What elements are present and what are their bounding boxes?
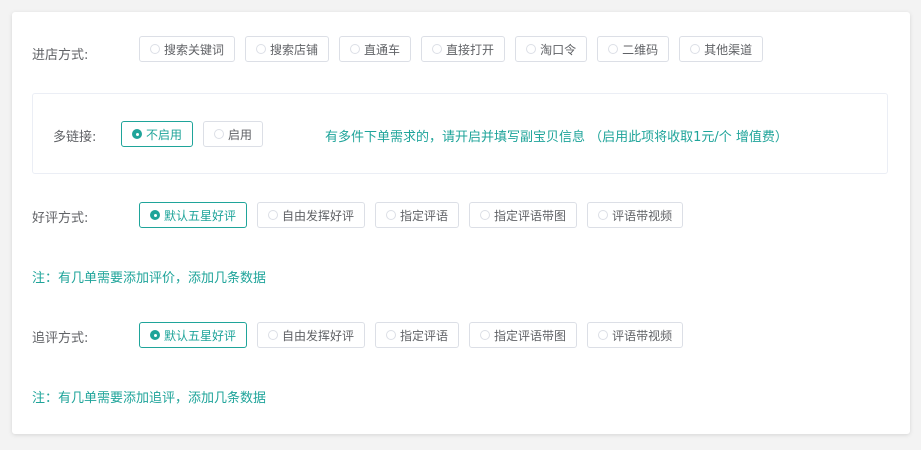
entry-option-qrcode[interactable]: 二维码: [597, 36, 670, 62]
entry-method-label: 进店方式:: [32, 48, 89, 63]
radio-icon: [598, 210, 609, 220]
review-method-label: 好评方式:: [32, 211, 89, 226]
multilink-label: 多链接:: [53, 130, 97, 145]
entry-option-direct[interactable]: 直接打开: [421, 36, 506, 62]
radio-icon: [480, 330, 491, 340]
followup-option-specified-image[interactable]: 指定评语带图: [469, 322, 578, 348]
entry-method-group: 搜索关键词 搜索店铺 直通车 直接打开 淘口令 二维码 其他渠道: [139, 36, 764, 62]
multilink-panel: 多链接: 不启用 启用 有多件下单需求的，请开启并填写副宝贝信息 （启用此项将收…: [32, 93, 888, 174]
followup-option-specified[interactable]: 指定评语: [375, 322, 460, 348]
review-option-default[interactable]: 默认五星好评: [139, 202, 248, 228]
entry-option-taokouling[interactable]: 淘口令: [515, 36, 588, 62]
multilink-option-disable[interactable]: 不启用: [121, 121, 194, 147]
radio-checked-icon: [150, 210, 160, 220]
followup-option-default[interactable]: 默认五星好评: [139, 322, 248, 348]
radio-icon: [480, 210, 491, 220]
multilink-hint: 有多件下单需求的，请开启并填写副宝贝信息 （启用此项将收取1元/个 增值费）: [325, 130, 788, 145]
followup-method-label: 追评方式:: [32, 331, 89, 346]
radio-icon: [214, 129, 225, 139]
radio-icon: [608, 44, 619, 54]
radio-icon: [690, 44, 701, 54]
radio-icon: [350, 44, 361, 54]
radio-icon: [432, 44, 443, 54]
multilink-option-enable[interactable]: 启用: [203, 121, 264, 147]
radio-icon: [386, 210, 397, 220]
entry-option-shop[interactable]: 搜索店铺: [245, 36, 330, 62]
entry-option-keyword[interactable]: 搜索关键词: [139, 36, 236, 62]
radio-icon: [268, 210, 279, 220]
radio-icon: [526, 44, 537, 54]
radio-icon: [150, 44, 160, 54]
radio-icon: [268, 330, 279, 340]
review-note: 注：有几单需要添加评价，添加几条数据: [32, 271, 267, 286]
review-option-free[interactable]: 自由发挥好评: [257, 202, 366, 228]
form-card: 进店方式: 搜索关键词 搜索店铺 直通车 直接打开 淘口令 二维码 其他渠道 多…: [12, 12, 910, 434]
followup-note: 注：有几单需要添加追评，添加几条数据: [32, 391, 267, 406]
review-option-specified[interactable]: 指定评语: [375, 202, 460, 228]
followup-option-free[interactable]: 自由发挥好评: [257, 322, 366, 348]
multilink-group: 不启用 启用: [121, 121, 264, 147]
review-option-video[interactable]: 评语带视频: [587, 202, 684, 228]
radio-icon: [386, 330, 397, 340]
followup-method-group: 默认五星好评 自由发挥好评 指定评语 指定评语带图 评语带视频: [139, 322, 684, 348]
entry-option-ztc[interactable]: 直通车: [339, 36, 412, 62]
radio-checked-icon: [132, 129, 142, 139]
radio-icon: [256, 44, 267, 54]
radio-icon: [598, 330, 609, 340]
followup-option-video[interactable]: 评语带视频: [587, 322, 684, 348]
review-method-group: 默认五星好评 自由发挥好评 指定评语 指定评语带图 评语带视频: [139, 202, 684, 228]
review-option-specified-image[interactable]: 指定评语带图: [469, 202, 578, 228]
radio-checked-icon: [150, 330, 160, 340]
entry-option-other[interactable]: 其他渠道: [679, 36, 764, 62]
